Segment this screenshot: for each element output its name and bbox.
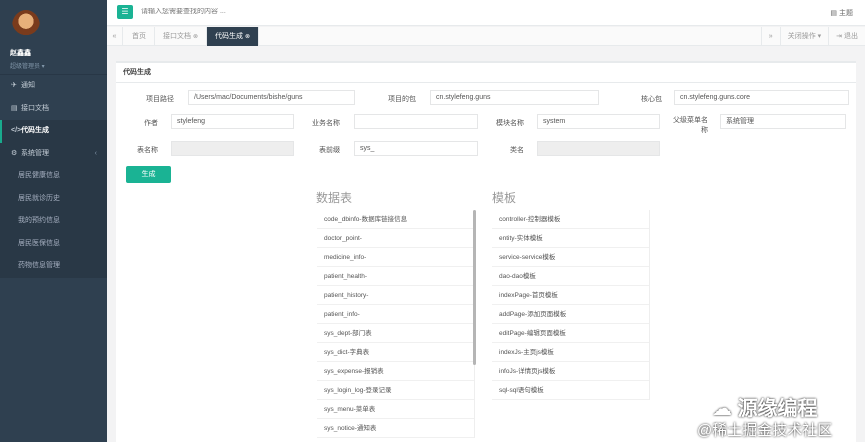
table-name-input[interactable] xyxy=(171,141,294,156)
project-path-input[interactable]: /Users/mac/Documents/bishe/guns xyxy=(188,90,355,105)
templates-list: controller-控制器模板 entity-实体模板 service-servi… xyxy=(492,210,650,400)
sidebar-item-system-mgmt[interactable]: ⚙ 系统管理 ‹ xyxy=(0,142,107,165)
sidebar: 赵鑫鑫 超级管理员 ▾ ✈ 通知 ▤ 接口文档 </>代码生成 ⚙ 系统管理 ‹ 居民健… xyxy=(0,0,107,442)
sidebar-subitem[interactable]: 药物信息管理 xyxy=(0,255,107,278)
paper-plane-icon: ✈ xyxy=(11,82,17,89)
tab-scroll-right-icon[interactable]: » xyxy=(760,27,780,46)
tables-section-title: 数据表 xyxy=(316,191,353,205)
list-item[interactable]: patient_health- xyxy=(317,267,474,286)
chevron-left-icon: ‹ xyxy=(94,149,97,157)
tab-home[interactable]: 首页 xyxy=(124,27,155,46)
exit-button[interactable]: ⇥ 退出 xyxy=(828,27,865,46)
project-pkg-label: 项目的包 xyxy=(388,96,416,103)
prefix-label: 表前缀 xyxy=(319,147,340,154)
list-item[interactable]: editPage-编辑页面模板 xyxy=(492,324,649,343)
sidebar-subitem[interactable]: 居民就诊历史 xyxy=(0,187,107,210)
prefix-input[interactable]: sys_ xyxy=(354,141,478,156)
author-input[interactable]: stylefeng xyxy=(171,114,294,129)
author-label: 作者 xyxy=(144,120,158,127)
tables-list: code_dbinfo-数据库链接信息 doctor_point-medicine… xyxy=(317,210,475,438)
list-item[interactable]: dao-dao模板 xyxy=(492,267,649,286)
code-icon: </> xyxy=(11,127,22,134)
panel-title: 代码生成 xyxy=(116,63,856,83)
close-circle-icon[interactable]: ⊗ xyxy=(193,34,198,40)
list-item[interactable]: sql-sql语句模板 xyxy=(492,381,649,400)
templates-section-title: 模板 xyxy=(492,191,517,205)
tab-actions: » 关闭操作 ▾ ⇥ 退出 xyxy=(760,27,865,46)
watermark-title: ☁ 源缘编程 xyxy=(712,398,818,420)
sidebar-subitem[interactable]: 我的预约信息 xyxy=(0,210,107,233)
wechat-icon: ☁ xyxy=(712,398,738,420)
close-circle-icon[interactable]: ⊗ xyxy=(245,34,250,40)
list-item[interactable]: service-service模板 xyxy=(492,248,649,267)
table-name-label: 表名称 xyxy=(137,147,158,154)
class-name-label: 类名 xyxy=(510,147,524,154)
tab-code-gen[interactable]: 代码生成 ⊗ xyxy=(207,27,260,46)
list-item[interactable]: code_dbinfo-数据库链接信息 xyxy=(317,210,474,229)
user-role-dropdown[interactable]: 超级管理员 ▾ xyxy=(10,61,107,70)
top-bar: ☰ ▤ 主题 xyxy=(107,0,865,26)
biz-name-input[interactable] xyxy=(354,114,478,129)
list-item[interactable]: doctor_point- xyxy=(317,229,474,248)
list-item[interactable]: entity-实体模板 xyxy=(492,229,649,248)
theme-button[interactable]: ▤ 主题 xyxy=(830,8,853,18)
parent-menu-label: 父级菜单名称 xyxy=(673,117,708,134)
tab-bar: « 首页 接口文档 ⊗ 代码生成 ⊗ » 关闭操作 ▾ ⇥ 退出 xyxy=(107,27,865,46)
menu-toggle-button[interactable]: ☰ xyxy=(117,5,133,19)
list-item[interactable]: medicine_info- xyxy=(317,248,474,267)
sidebar-item-notice[interactable]: ✈ 通知 xyxy=(0,75,107,98)
gear-icon: ⚙ xyxy=(11,149,18,157)
tables-scrollbar[interactable] xyxy=(473,210,476,365)
list-item[interactable]: sys_menu-菜单表 xyxy=(317,400,474,419)
module-input[interactable]: system xyxy=(537,114,660,129)
theme-icon: ▤ xyxy=(830,10,838,17)
sign-out-icon: ⇥ xyxy=(836,33,843,40)
project-path-label: 项目路径 xyxy=(146,96,174,103)
class-name-input[interactable] xyxy=(537,141,660,156)
list-item[interactable]: controller-控制器模板 xyxy=(492,210,649,229)
list-item[interactable]: infoJs-详情页js模板 xyxy=(492,362,649,381)
sidebar-submenu: 居民健康信息 居民就诊历史 我的预约信息 居民医保信息 药物信息管理 xyxy=(0,165,107,278)
sidebar-menu: ✈ 通知 ▤ 接口文档 </>代码生成 ⚙ 系统管理 ‹ xyxy=(0,75,107,165)
tab-api-docs[interactable]: 接口文档 ⊗ xyxy=(155,27,208,46)
core-pkg-label: 核心包 xyxy=(641,96,662,103)
module-label: 模块名称 xyxy=(496,120,524,127)
list-item[interactable]: addPage-添加页面模板 xyxy=(492,305,649,324)
list-item[interactable]: sys_notice-通知表 xyxy=(317,419,474,438)
sidebar-item-code-gen[interactable]: </>代码生成 xyxy=(0,120,107,143)
search-input[interactable] xyxy=(141,8,441,15)
list-item[interactable]: patient_history- xyxy=(317,286,474,305)
list-item[interactable]: sys_dict-字典表 xyxy=(317,343,474,362)
watermark-subtitle: @稀土掘金技术社区 xyxy=(697,422,833,439)
code-gen-panel: 代码生成 项目路径 /Users/mac/Documents/bishe/gun… xyxy=(116,61,856,442)
document-icon: ▤ xyxy=(11,104,18,112)
list-item[interactable]: indexPage-首页模板 xyxy=(492,286,649,305)
list-item[interactable]: sys_dept-部门表 xyxy=(317,324,474,343)
core-pkg-input[interactable]: cn.stylefeng.guns.core xyxy=(674,90,849,105)
list-item[interactable]: patient_info- xyxy=(317,305,474,324)
biz-name-label: 业务名称 xyxy=(312,120,340,127)
user-name: 赵鑫鑫 xyxy=(10,50,31,57)
list-item[interactable]: sys_expense-报销表 xyxy=(317,362,474,381)
user-profile: 赵鑫鑫 超级管理员 ▾ xyxy=(0,0,107,75)
avatar[interactable] xyxy=(12,10,40,42)
generate-button[interactable]: 生成 xyxy=(126,166,171,183)
parent-menu-input[interactable]: 系统管理 xyxy=(720,114,846,129)
tab-scroll-left-icon[interactable]: « xyxy=(107,27,123,46)
project-pkg-input[interactable]: cn.stylefeng.guns xyxy=(430,90,599,105)
list-item[interactable]: sys_login_log-登录记录 xyxy=(317,381,474,400)
sidebar-subitem[interactable]: 居民健康信息 xyxy=(0,165,107,188)
sidebar-item-api-docs[interactable]: ▤ 接口文档 xyxy=(0,98,107,121)
sidebar-subitem[interactable]: 居民医保信息 xyxy=(0,232,107,255)
close-ops-dropdown[interactable]: 关闭操作 ▾ xyxy=(779,27,828,46)
list-item[interactable]: indexJs-主页js模板 xyxy=(492,343,649,362)
tab-list: 首页 接口文档 ⊗ 代码生成 ⊗ xyxy=(124,27,260,46)
